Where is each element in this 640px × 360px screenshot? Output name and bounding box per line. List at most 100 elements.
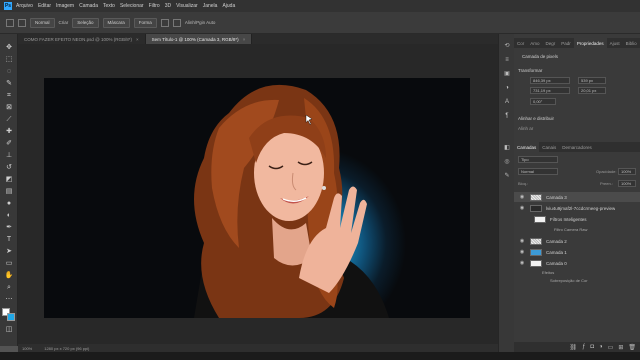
shape-button[interactable]: Forma xyxy=(133,17,157,28)
tab-properties[interactable]: Propriedades xyxy=(573,38,607,48)
home-icon[interactable] xyxy=(6,18,14,27)
sample-label[interactable]: Criar xyxy=(59,20,69,25)
mask-button[interactable]: Máscara xyxy=(102,17,130,28)
crop-tool-icon[interactable]: ⌗ xyxy=(4,92,14,100)
tab-patterns[interactable]: Padr xyxy=(558,38,574,48)
auto-align-toggle[interactable]: Alinh/Pgin Auto xyxy=(185,20,216,25)
fx-icon[interactable]: ƒ xyxy=(582,344,585,350)
history-brush-icon[interactable]: ↺ xyxy=(4,164,14,172)
brush-tool-icon[interactable] xyxy=(18,18,26,27)
menu-item[interactable]: Janela xyxy=(203,3,218,9)
angle-field[interactable]: 0,00° xyxy=(530,98,556,105)
mask-icon[interactable]: ◘ xyxy=(590,344,594,350)
character-icon[interactable]: A xyxy=(503,98,511,106)
history-icon[interactable]: ⟲ xyxy=(503,42,511,50)
align-icon[interactable] xyxy=(160,18,169,27)
width-field[interactable]: 846,39 px xyxy=(530,77,570,84)
menu-item[interactable]: Arquivo xyxy=(16,3,33,9)
eye-icon[interactable]: ◉ xyxy=(518,249,526,255)
menu-item[interactable]: Camada xyxy=(79,3,98,9)
fill-field[interactable]: 100% xyxy=(618,180,636,187)
gradient-tool-icon[interactable]: ▤ xyxy=(4,188,14,196)
layer-row[interactable]: ◉ lviu4u9jmaf2l-7ccdcrmeeg-preview xyxy=(514,203,640,213)
path-select-icon[interactable]: ➤ xyxy=(4,248,14,256)
layer-filter-search[interactable]: Tipo xyxy=(518,156,558,163)
layer-row[interactable]: ◉ Camada 1 xyxy=(514,247,640,257)
eye-icon[interactable]: ◉ xyxy=(518,205,526,211)
tab-adjustments[interactable]: Ajust xyxy=(607,38,623,48)
close-icon[interactable]: × xyxy=(243,37,246,42)
menu-item[interactable]: Texto xyxy=(103,3,115,9)
align-sub: Alinh ar xyxy=(518,126,534,131)
menu-item[interactable]: Ajuda xyxy=(222,3,235,9)
eyedropper-tool-icon[interactable]: ⟋ xyxy=(4,116,14,124)
stamp-tool-icon[interactable]: ⊥ xyxy=(4,152,14,160)
zoom-tool-icon[interactable]: ⌕ xyxy=(4,284,14,292)
preset-select[interactable]: Normal xyxy=(30,17,55,28)
brush-tool-icon[interactable]: ✐ xyxy=(4,140,14,148)
y-field[interactable]: 20,01 px xyxy=(578,87,606,94)
blend-mode-select[interactable]: Normal xyxy=(518,168,558,175)
menu-item[interactable]: Editar xyxy=(38,3,51,9)
hand-tool-icon[interactable]: ✋ xyxy=(4,272,14,280)
document-canvas[interactable] xyxy=(44,78,470,318)
tab-paths[interactable]: Demarcadores xyxy=(559,142,595,152)
channels-icon[interactable]: ◎ xyxy=(503,158,511,166)
layer-row[interactable]: ◉ Camada 3 xyxy=(514,192,640,202)
properties-icon[interactable]: ≡ xyxy=(503,56,511,64)
height-field[interactable]: 731,19 px xyxy=(530,87,570,94)
eye-icon[interactable]: ◉ xyxy=(518,260,526,266)
x-field[interactable]: 539 px xyxy=(578,77,606,84)
zoom-level[interactable]: 100% xyxy=(22,346,32,351)
trash-icon[interactable]: 🗑 xyxy=(628,344,636,351)
adjustments-icon[interactable]: ◑ xyxy=(503,84,511,92)
menu-item[interactable]: Imagem xyxy=(56,3,74,9)
dodge-tool-icon[interactable]: ◐ xyxy=(4,212,14,220)
eye-icon[interactable]: ◉ xyxy=(518,238,526,244)
eye-icon[interactable]: ◉ xyxy=(518,194,526,200)
move-tool-icon[interactable]: ✥ xyxy=(4,44,14,52)
blur-tool-icon[interactable]: ● xyxy=(4,200,14,208)
close-icon[interactable]: × xyxy=(136,37,139,42)
type-tool-icon[interactable]: T xyxy=(4,236,14,244)
menu-item[interactable]: Visualizar xyxy=(176,3,198,9)
properties-panel-tabs: Cor Amo Degr Padr Propriedades Ajust Bib… xyxy=(514,38,640,48)
more-tools-icon[interactable]: ⋯ xyxy=(4,296,14,304)
eraser-tool-icon[interactable]: ◩ xyxy=(4,176,14,184)
layers-icon[interactable]: ◧ xyxy=(503,144,511,152)
layer-row[interactable]: ◉ Camada 0 xyxy=(514,258,640,268)
shape-tool-icon[interactable]: ▭ xyxy=(4,260,14,268)
healing-tool-icon[interactable]: ✚ xyxy=(4,128,14,136)
paths-icon[interactable]: ✎ xyxy=(503,172,511,180)
background-color-swatch[interactable] xyxy=(7,313,15,321)
pen-tool-icon[interactable]: ✒ xyxy=(4,224,14,232)
tab-swatches[interactable]: Amo xyxy=(527,38,542,48)
settings-gear-icon[interactable] xyxy=(172,18,181,27)
menu-item[interactable]: Filtro xyxy=(149,3,160,9)
opacity-field[interactable]: 100% xyxy=(618,168,636,175)
marquee-tool-icon[interactable]: ⬚ xyxy=(4,56,14,64)
frame-tool-icon[interactable]: ⊠ xyxy=(4,104,14,112)
adjustment-layer-icon[interactable]: ◑ xyxy=(599,344,603,350)
doc-tab[interactable]: COMO FAZER EFEITO NEON.psd @ 100% (RGB/8… xyxy=(18,34,146,44)
lasso-tool-icon[interactable]: ◌ xyxy=(4,68,14,76)
libraries-icon[interactable]: ▣ xyxy=(503,70,511,78)
tab-libraries[interactable]: Biblio xyxy=(623,38,640,48)
layer-row[interactable]: Filtros Inteligentes xyxy=(514,214,640,224)
tools-panel: ✥ ⬚ ◌ ✎ ⌗ ⊠ ⟋ ✚ ✐ ⊥ ↺ ◩ ▤ ● ◐ ✒ T ➤ ▭ ✋ … xyxy=(0,34,18,346)
menu-item[interactable]: 3D xyxy=(165,3,171,9)
paragraph-icon[interactable]: ¶ xyxy=(503,112,511,120)
doc-tab-active[interactable]: Sem Título-1 @ 100% (Camada 3, RGB/8*) × xyxy=(145,34,253,44)
tab-layers[interactable]: Camadas xyxy=(514,142,540,152)
new-layer-icon[interactable]: ⊞ xyxy=(618,344,623,351)
tab-color[interactable]: Cor xyxy=(514,38,527,48)
tab-gradients[interactable]: Degr xyxy=(543,38,559,48)
group-icon[interactable]: ▭ xyxy=(608,344,614,351)
menu-item[interactable]: Selecionar xyxy=(120,3,144,9)
selection-button[interactable]: Seleção xyxy=(72,17,99,28)
layer-row[interactable]: ◉ Camada 2 xyxy=(514,236,640,246)
quick-select-tool-icon[interactable]: ✎ xyxy=(4,80,14,88)
quick-mask-icon[interactable]: ◫ xyxy=(4,326,14,334)
tab-channels[interactable]: Canais xyxy=(539,142,559,152)
link-icon[interactable]: ⛓ xyxy=(569,344,577,351)
